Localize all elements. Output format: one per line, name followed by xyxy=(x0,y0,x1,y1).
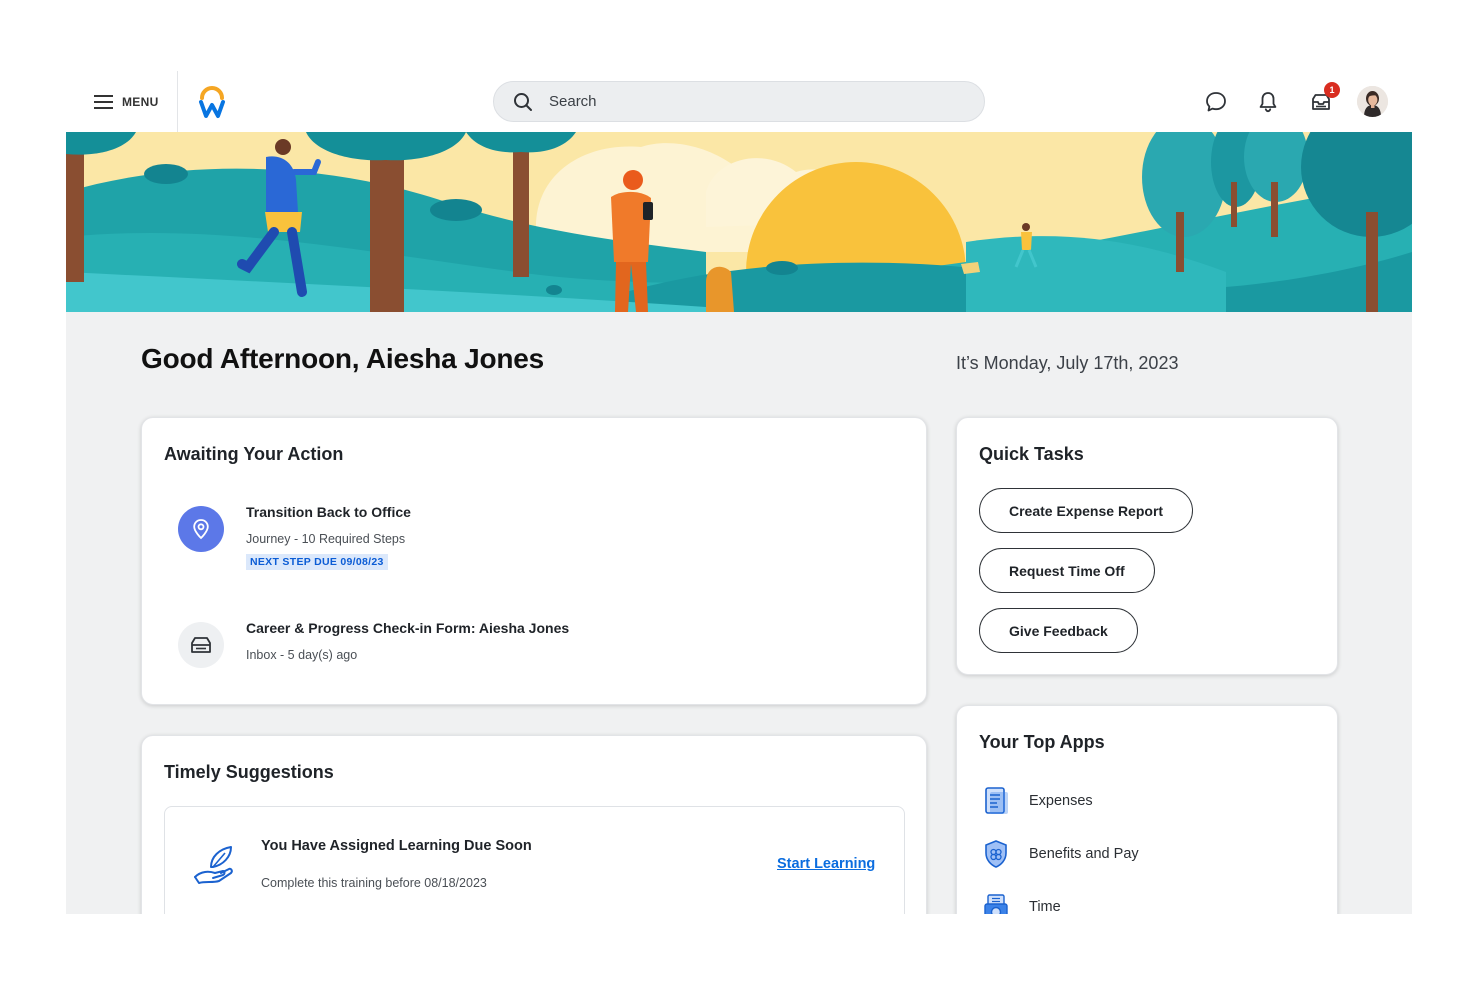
suggestion-title: You Have Assigned Learning Due Soon xyxy=(261,838,532,854)
workday-home-window: MENU 1 xyxy=(66,71,1412,914)
suggestion-subtitle: Complete this training before 08/18/2023 xyxy=(261,876,487,890)
time-clock-icon xyxy=(984,894,1008,914)
search-icon xyxy=(514,92,532,111)
due-date-badge: NEXT STEP DUE 09/08/23 xyxy=(246,554,388,570)
menu-label: MENU xyxy=(122,95,159,109)
awaiting-action-card: Awaiting Your Action Transition Back to … xyxy=(141,417,927,705)
suggestion-item-learning: You Have Assigned Learning Due Soon Comp… xyxy=(164,806,905,914)
quick-tasks-card: Quick Tasks Create Expense Report Reques… xyxy=(956,417,1338,675)
location-pin-icon xyxy=(178,506,224,552)
task-title: Transition Back to Office xyxy=(246,504,411,520)
app-label: Expenses xyxy=(1029,793,1093,809)
top-apps-card: Your Top Apps Expenses Benefits and Pay xyxy=(956,705,1338,914)
menu-button[interactable]: MENU xyxy=(94,93,159,111)
app-benefits-and-pay[interactable]: Benefits and Pay xyxy=(983,839,1139,869)
hand-leaf-icon xyxy=(194,846,233,884)
app-time[interactable]: Time xyxy=(983,892,1061,914)
start-learning-link[interactable]: Start Learning xyxy=(777,856,875,872)
card-title: Your Top Apps xyxy=(979,732,1105,752)
give-feedback-button[interactable]: Give Feedback xyxy=(979,608,1138,653)
search-input[interactable] xyxy=(549,93,929,110)
search-bar[interactable] xyxy=(493,81,985,122)
task-item-career-checkin[interactable]: Career & Progress Check-in Form: Aiesha … xyxy=(178,620,570,668)
request-time-off-button[interactable]: Request Time Off xyxy=(979,548,1155,593)
timely-suggestions-card: Timely Suggestions You Have Assigned Lea… xyxy=(141,735,927,914)
card-title: Timely Suggestions xyxy=(164,762,334,782)
inbox-tray-icon xyxy=(178,622,224,668)
welcome-banner-illustration xyxy=(66,132,1412,312)
current-date: It’s Monday, July 17th, 2023 xyxy=(956,353,1179,373)
page-title: Good Afternoon, Aiesha Jones xyxy=(141,343,545,374)
bell-icon[interactable] xyxy=(1256,90,1280,114)
header-divider xyxy=(177,71,178,132)
create-expense-report-button[interactable]: Create Expense Report xyxy=(979,488,1194,533)
app-label: Benefits and Pay xyxy=(1029,846,1139,862)
hamburger-icon xyxy=(94,95,113,109)
top-navigation-bar: MENU 1 xyxy=(66,71,1412,132)
card-title: Quick Tasks xyxy=(979,444,1084,464)
notification-badge: 1 xyxy=(1324,82,1340,98)
shield-icon xyxy=(985,840,1007,868)
user-photo xyxy=(1357,86,1388,117)
receipt-icon xyxy=(985,787,1008,814)
task-item-transition[interactable]: Transition Back to Office Journey - 10 R… xyxy=(178,504,411,570)
task-title: Career & Progress Check-in Form: Aiesha … xyxy=(246,620,570,636)
card-title: Awaiting Your Action xyxy=(164,444,344,464)
task-subtitle: Journey - 10 Required Steps xyxy=(246,532,406,546)
chat-bubble-icon[interactable] xyxy=(1204,90,1228,114)
avatar[interactable] xyxy=(1357,86,1388,117)
task-subtitle: Inbox - 5 day(s) ago xyxy=(246,648,358,662)
app-expenses[interactable]: Expenses xyxy=(983,786,1093,816)
workday-logo-icon[interactable] xyxy=(198,85,226,119)
app-label: Time xyxy=(1029,899,1061,914)
